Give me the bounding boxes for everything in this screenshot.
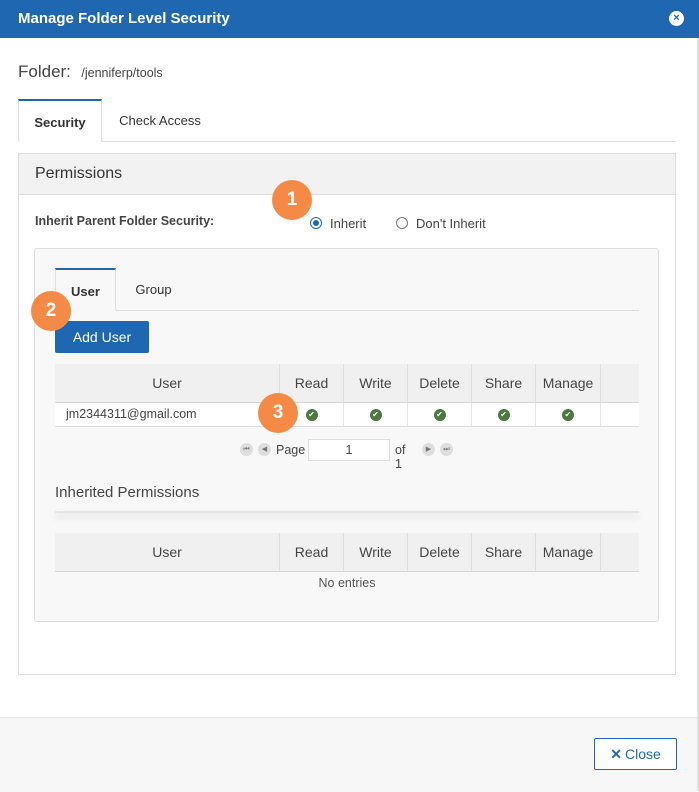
next-page-icon[interactable]: ▶: [422, 443, 435, 456]
col-share: Share: [471, 364, 535, 402]
close-icon[interactable]: ×: [669, 11, 684, 26]
dont-inherit-radio[interactable]: [396, 217, 408, 229]
no-entries-text: No entries: [318, 576, 376, 590]
dialog-footer: [0, 717, 697, 792]
delete-cell: ✔: [407, 403, 471, 426]
folder-info: Folder: /jenniferp/tools: [18, 62, 163, 82]
tab-check-access[interactable]: Check Access: [102, 99, 218, 141]
step-badge-1: 1: [272, 180, 312, 220]
permissions-title: Permissions: [35, 165, 123, 182]
last-page-icon[interactable]: ⏭: [440, 443, 453, 456]
first-page-icon[interactable]: ⏮: [240, 443, 253, 456]
main-tabs: Security Check Access: [18, 99, 676, 142]
step-badge-2: 2: [31, 291, 71, 331]
close-button[interactable]: ✕ Close: [594, 738, 677, 770]
table-row[interactable]: jm2344311@gmail.com ✔ ✔ ✔ ✔ ✔: [55, 403, 639, 427]
add-user-button[interactable]: Add User: [55, 321, 149, 353]
inherit-label: Inherit Parent Folder Security:: [35, 214, 215, 228]
user-group-tabs: User Group: [55, 268, 639, 311]
inherited-col-delete: Delete: [407, 533, 471, 571]
divider: [55, 511, 639, 513]
share-cell: ✔: [471, 403, 535, 426]
inherited-col-write: Write: [343, 533, 407, 571]
page-label: Page: [276, 443, 306, 457]
inherit-radio-label[interactable]: Inherit: [330, 216, 366, 231]
user-permissions-table: User Read Write Delete Share Manage jm23…: [55, 364, 639, 427]
read-check-icon[interactable]: ✔: [305, 408, 318, 421]
permissions-header: Permissions: [19, 154, 675, 195]
col-delete: Delete: [407, 364, 471, 402]
manage-check-icon[interactable]: ✔: [562, 408, 574, 421]
tab-group[interactable]: Group: [116, 268, 191, 310]
inherited-col-read: Read: [279, 533, 343, 571]
write-cell: ✔: [343, 403, 407, 426]
write-check-icon[interactable]: ✔: [369, 408, 382, 421]
share-check-icon[interactable]: ✔: [497, 408, 510, 421]
row-spacer: [600, 403, 639, 426]
col-user: User: [152, 375, 182, 391]
inherited-permissions-title: Inherited Permissions: [55, 484, 200, 501]
page-number-input[interactable]: 1: [308, 439, 390, 461]
manage-cell: ✔: [535, 403, 600, 426]
tab-security[interactable]: Security: [18, 99, 102, 142]
row-user: jm2344311@gmail.com: [66, 407, 197, 421]
inherit-radio[interactable]: [310, 217, 322, 229]
folder-path: /jenniferp/tools: [81, 66, 163, 80]
inherited-permissions-table: User Read Write Delete Share Manage: [55, 533, 639, 573]
inherited-col-spacer: [600, 533, 639, 571]
folder-label: Folder:: [18, 62, 71, 81]
dont-inherit-radio-label[interactable]: Don't Inherit: [416, 216, 486, 231]
dialog-title: Manage Folder Level Security: [18, 10, 230, 27]
dialog-titlebar: Manage Folder Level Security ×: [0, 0, 699, 38]
col-spacer: [600, 364, 639, 402]
page-count: of 1: [395, 443, 406, 471]
prev-page-icon[interactable]: ◀: [258, 443, 271, 456]
col-write: Write: [343, 364, 407, 402]
table-header: User Read Write Delete Share Manage: [55, 364, 639, 403]
delete-check-icon[interactable]: ✔: [433, 408, 446, 421]
inherited-col-manage: Manage: [535, 533, 600, 571]
close-button-icon: ✕: [610, 746, 622, 762]
close-button-label: Close: [624, 746, 661, 762]
inherited-table-header: User Read Write Delete Share Manage: [55, 533, 639, 572]
col-manage: Manage: [535, 364, 600, 402]
inherited-col-share: Share: [471, 533, 535, 571]
inherited-col-user: User: [152, 544, 182, 560]
step-badge-3: 3: [258, 393, 298, 433]
